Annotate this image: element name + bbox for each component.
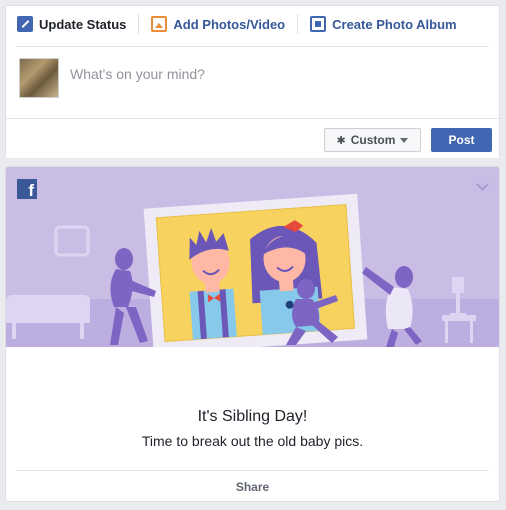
composer-divider <box>16 46 489 47</box>
photo-frame <box>143 193 368 347</box>
audience-selector-button[interactable]: ✱ Custom <box>324 128 421 152</box>
avatar[interactable] <box>19 58 59 98</box>
tab-update-status[interactable]: Update Status <box>17 15 126 33</box>
status-input[interactable]: What's on your mind? <box>70 66 205 82</box>
tab-separator <box>138 14 140 34</box>
sibling-day-illustration <box>6 167 499 347</box>
tab-separator <box>297 14 299 34</box>
tab-create-photo-album[interactable]: Create Photo Album <box>310 15 457 33</box>
chevron-down-icon <box>400 137 409 143</box>
card-title: It's Sibling Day! <box>197 408 308 425</box>
status-composer: Update Status Add Photos/Video Create Ph… <box>5 5 500 158</box>
card-divider <box>16 470 489 471</box>
composer-footer: ✱ Custom Post <box>6 118 499 158</box>
photo-icon <box>151 16 168 32</box>
tab-label: Create Photo Album <box>332 16 457 32</box>
tab-add-photos-video[interactable]: Add Photos/Video <box>151 15 285 33</box>
pencil-icon <box>17 16 33 32</box>
post-button[interactable]: Post <box>431 128 492 152</box>
audience-label: Custom <box>350 133 396 147</box>
sibling-day-card: f It's Sibling Day! Time to break out th… <box>5 166 500 502</box>
composer-tabs: Update Status Add Photos/Video Create Ph… <box>6 6 499 42</box>
album-icon <box>310 16 327 32</box>
gear-icon: ✱ <box>336 134 346 147</box>
share-button[interactable]: Share <box>6 480 499 494</box>
tab-label: Update Status <box>39 16 127 32</box>
facebook-logo: f <box>17 179 37 199</box>
card-subtitle: Time to break out the old baby pics. <box>141 433 364 449</box>
tab-label: Add Photos/Video <box>173 16 286 32</box>
